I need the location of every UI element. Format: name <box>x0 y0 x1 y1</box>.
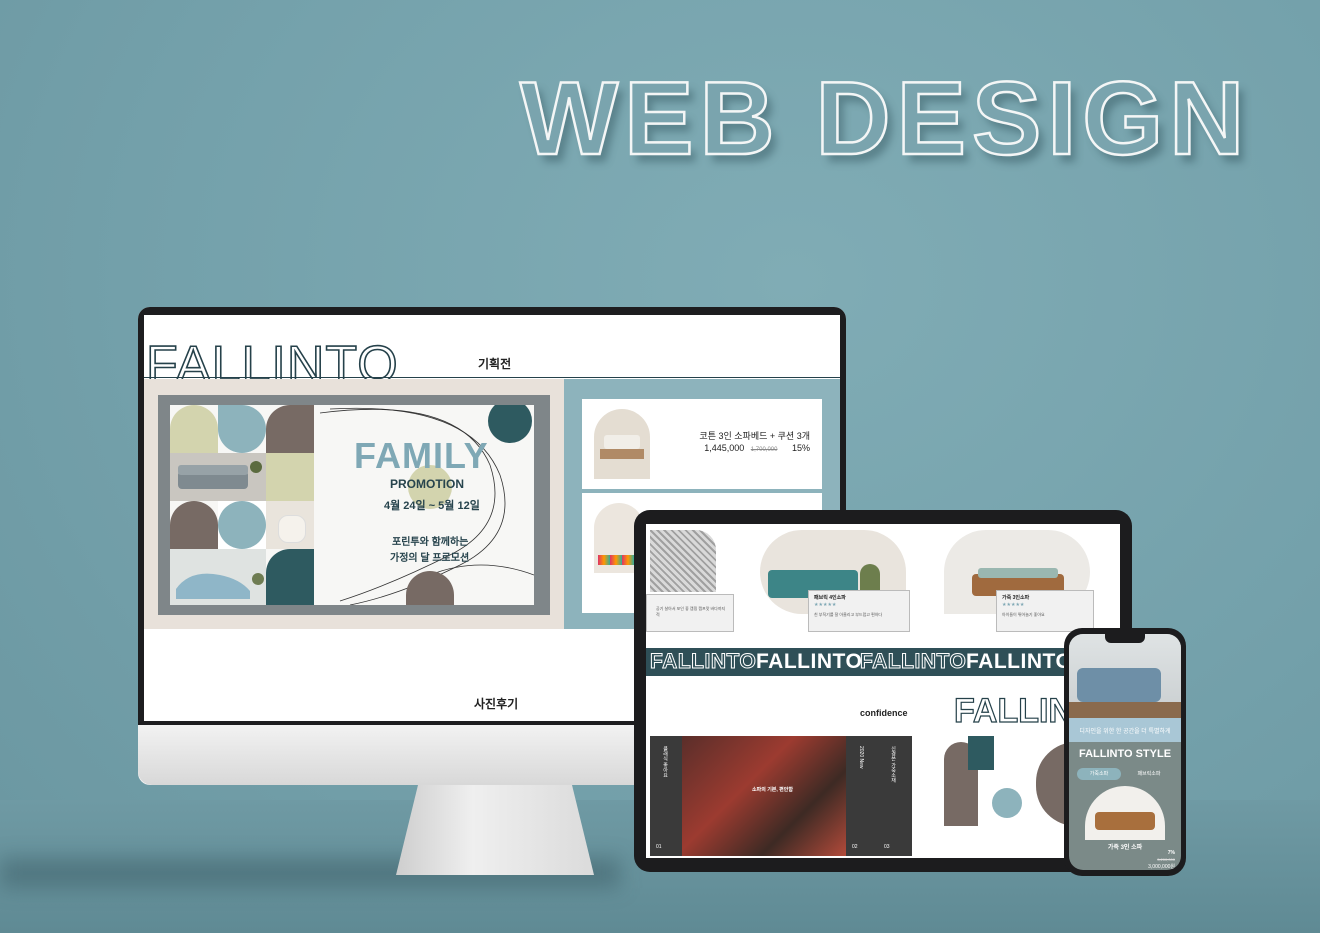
hero-title: WEB DESIGN <box>519 60 1251 179</box>
phone-banner-text: 디자인을 위한 한 공간을 더 특별하게 <box>1079 729 1171 735</box>
tablet-card-3-title: 가죽 3인소파 <box>1002 595 1030 601</box>
monitor-stand <box>396 785 594 875</box>
product-card[interactable]: 코튼 3인 소파베드 + 쿠션 3개 1,445,000 1,700,000 1… <box>582 399 822 489</box>
tablet-card-1[interactable]: 공기 살아서 포인 좋 캠핑 캠프맛 바다까지 적 <box>646 528 736 632</box>
outline-logo: FALLIN <box>953 691 1073 730</box>
phone-notch <box>1105 634 1145 643</box>
photo-col-3-label: 신경쓴 가죽소재 <box>890 746 896 783</box>
tablet-screen: 공기 살아서 포인 좋 캠핑 캠프맛 바다까지 적 패브릭 4인소파 ★★★★★… <box>646 524 1120 858</box>
product-image <box>594 409 650 479</box>
photo-num-2: 02 <box>852 844 858 850</box>
phone-screen: 디자인을 위한 한 공간을 더 특별하게 FALLINTO STYLE 가죽소파… <box>1069 634 1181 870</box>
phone-product-name: 가죽 3인 소파 <box>1107 845 1143 851</box>
photo-main: 소파의 기본, 편안함 <box>682 736 846 856</box>
tile-brown <box>266 405 314 453</box>
tile-sage <box>170 405 218 453</box>
photo-col-1-label: 클래식 좋아요 <box>662 746 668 778</box>
product-name: 코튼 3인 소파베드 + 쿠션 3개 <box>699 431 810 441</box>
curved-sofa-image <box>170 549 266 605</box>
tile-sage-2 <box>266 453 314 501</box>
promo-headline: FAMILY <box>354 435 489 476</box>
photo-caption: 소파의 기본, 편안함 <box>752 787 793 793</box>
photo-col-1: 클래식 좋아요 01 <box>650 736 682 856</box>
marquee-item: FALLINTO <box>649 650 757 674</box>
marquee-item: FALLINTO <box>859 650 967 674</box>
section-photo-review[interactable]: 사진후기 <box>474 695 518 712</box>
tablet-card-3[interactable]: 가죽 3인소파 ★★★★★ 아이들이 뛰어놀기 좋아요 <box>944 528 1094 632</box>
tablet-card-2[interactable]: 패브릭 4인소파 ★★★★★ 친 부직기를 잘 아울리고 부드럽고 편하다 <box>760 528 910 632</box>
marquee-item: FALLINTO <box>756 650 863 673</box>
blanket-image <box>650 530 716 592</box>
photo-col-2: 2020 New 신경쓴 가죽소재 02 03 <box>846 736 912 856</box>
tablet-card-2-title: 패브릭 4인소파 <box>814 595 846 601</box>
promo-subtitle-2: 가정의 달 프로모션 <box>390 553 470 564</box>
phone-discount: 7% <box>1167 850 1175 856</box>
phone-hero-image <box>1069 634 1181 718</box>
tablet: 공기 살아서 포인 좋 캠핑 캠프맛 바다까지 적 패브릭 4인소파 ★★★★★… <box>634 510 1132 872</box>
chair-photo <box>266 501 314 549</box>
nav-item-exhibition[interactable]: 기획전 <box>478 355 511 372</box>
leather-craft-photo[interactable]: 클래식 좋아요 01 소파의 기본, 편안함 2020 New 신경쓴 가죽소재… <box>650 736 912 856</box>
product-discount: 15% <box>791 443 810 453</box>
tablet-card-1-desc: 공기 살아서 포인 좋 캠핑 캠프맛 바다까지 적 <box>656 606 726 617</box>
tablet-card-3-desc: 아이들이 뛰어놀기 좋아요 <box>1002 612 1045 617</box>
section-confidence[interactable]: confidence <box>860 708 908 718</box>
promo-section: FAMILY PROMOTION 4월 24일 ~ 5월 12일 포린투와 함께… <box>144 379 564 629</box>
rating-stars-icon: ★★★★★ <box>1002 602 1025 608</box>
tile-blue <box>218 405 266 453</box>
phone-title: FALLINTO STYLE <box>1078 748 1172 760</box>
photo-col-2-label: 2020 New <box>858 746 864 769</box>
product-original-price: 1,700,000 <box>750 447 778 453</box>
promo-dates: 4월 24일 ~ 5월 12일 <box>384 500 480 512</box>
brand-marquee: FALLINTO FALLINTO FALLINTO FALLINTO <box>646 648 1120 676</box>
phone-price: 3,000,000원 <box>1148 864 1175 870</box>
tile-brown-2 <box>170 501 218 549</box>
sofa-photo-2 <box>170 549 266 605</box>
sofa-image <box>170 453 266 501</box>
phone-tab-fabric[interactable]: 패브릭소파 <box>1127 768 1171 780</box>
tile-circle <box>218 501 266 549</box>
phone-original-price: 3,200,000 <box>1157 857 1175 862</box>
phone: 디자인을 위한 한 공간을 더 특별하게 FALLINTO STYLE 가죽소파… <box>1064 628 1186 876</box>
rating-stars-icon: ★★★★★ <box>814 602 837 608</box>
sofa-photo-1 <box>170 453 266 501</box>
photo-num-1: 01 <box>656 844 662 850</box>
promo-title: PROMOTION <box>390 477 464 491</box>
header-divider <box>144 377 840 378</box>
tile-teal <box>266 549 314 605</box>
product-price: 1,445,000 <box>704 443 745 453</box>
promo-subtitle-1: 포린투와 함께하는 <box>392 537 469 548</box>
phone-tab-leather[interactable]: 가죽소파 <box>1077 768 1121 780</box>
phone-product-image[interactable] <box>1085 786 1165 840</box>
promo-inner: FAMILY PROMOTION 4월 24일 ~ 5월 12일 포린투와 함께… <box>170 405 534 605</box>
marquee-item: FALLINTO <box>966 650 1073 673</box>
photo-num-3: 03 <box>884 844 890 850</box>
product-price-row: 1,445,000 1,700,000 15% <box>704 443 810 453</box>
phone-banner: 디자인을 위한 한 공간을 더 특별하게 <box>1069 718 1181 742</box>
promo-banner[interactable]: FAMILY PROMOTION 4월 24일 ~ 5월 12일 포린투와 함께… <box>158 395 550 615</box>
tablet-card-2-desc: 친 부직기를 잘 아울리고 부드럽고 편하다 <box>814 612 883 617</box>
